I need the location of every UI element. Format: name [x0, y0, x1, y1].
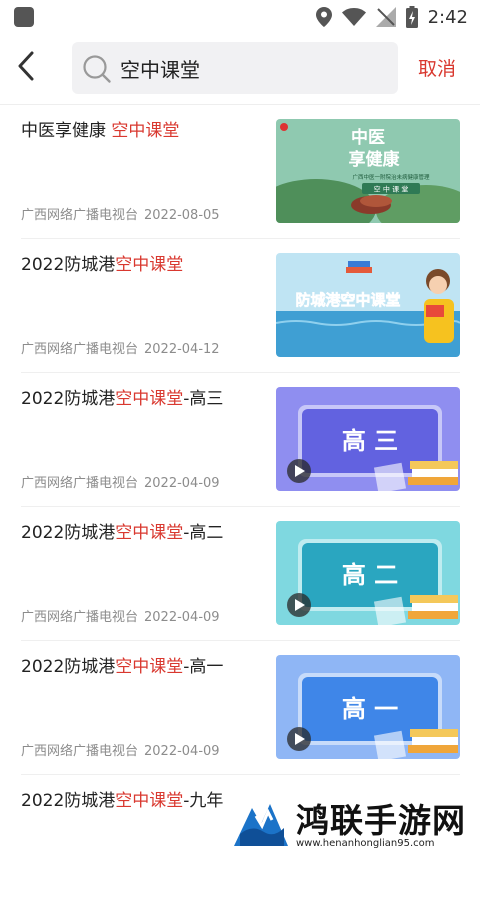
result-thumbnail[interactable]: 防城港空中课堂 [276, 253, 460, 357]
result-meta: 广西网络广播电视台 2022-04-09 [21, 472, 220, 491]
result-title-text: 2022防城港 [21, 389, 116, 409]
thumbnail-board-text: 高 二 [342, 561, 398, 589]
watermark-title: 鸿联手游网 [296, 801, 466, 840]
thumbnail-board-text: 高 三 [342, 427, 398, 455]
wifi-icon [341, 8, 366, 26]
watermark: 鸿联手游网 www.henanhonglian95.com [232, 794, 480, 854]
status-bar: 2:42 [0, 0, 480, 34]
result-meta: 广西网络广播电视台 2022-04-09 [21, 740, 220, 759]
app-notification-icon [14, 7, 34, 27]
thumbnail-heading-2: 享健康 [349, 149, 401, 170]
result-title-highlight: 空中课堂 [115, 389, 184, 409]
result-title: 2022防城港空中课堂-高一 [21, 655, 261, 679]
result-title-text: 2022防城港 [21, 523, 116, 543]
result-source: 广西网络广播电视台 [21, 476, 139, 491]
result-date: 2022-04-09 [144, 476, 220, 491]
result-title-text: 2022防城港 [21, 255, 116, 275]
result-item[interactable]: 2022防城港空中课堂-高一广西网络广播电视台 2022-04-09 高 一 [0, 641, 480, 775]
status-icons: 2:42 [315, 4, 468, 30]
result-source: 广西网络广播电视台 [21, 744, 139, 759]
result-title: 2022防城港空中课堂-高二 [21, 521, 261, 545]
back-arrow-icon[interactable] [12, 46, 42, 86]
search-box[interactable] [72, 42, 398, 94]
result-title-highlight: 空中课堂 [111, 121, 180, 141]
search-icon [83, 55, 111, 83]
clock: 2:42 [427, 6, 468, 28]
result-thumbnail[interactable]: 高 二 [276, 521, 460, 625]
thumbnail-board-text: 高 一 [342, 695, 398, 723]
result-meta: 广西网络广播电视台 2022-08-05 [21, 204, 220, 223]
result-title: 2022防城港空中课堂 [21, 253, 261, 277]
result-item[interactable]: 中医享健康 空中课堂广西网络广播电视台 2022-08-05 中医 享健康广西中医一附… [0, 105, 480, 239]
result-title-suffix: -高三 [183, 389, 224, 409]
result-title-text: 中医享健康 [21, 121, 112, 141]
result-source: 广西网络广播电视台 [21, 610, 139, 625]
thumbnail-subtitle: 广西中医一附院治未病健康管理 [352, 173, 430, 181]
result-thumbnail[interactable]: 高 一 [276, 655, 460, 759]
result-title-suffix: -九年 [183, 791, 224, 811]
result-title-highlight: 空中课堂 [115, 791, 184, 811]
result-title-text: 2022防城港 [21, 657, 116, 677]
result-title-text: 2022防城港 [21, 791, 116, 811]
result-title-highlight: 空中课堂 [115, 255, 184, 275]
result-title: 中医享健康 空中课堂 [21, 119, 261, 143]
thumbnail-caption: 空 中 课 堂 [374, 185, 409, 194]
thumbnail-banner: 防城港空中课堂 [295, 291, 400, 309]
result-source: 广西网络广播电视台 [21, 208, 139, 223]
result-date: 2022-04-09 [144, 744, 220, 759]
search-header: 取消 [0, 34, 480, 102]
result-thumbnail[interactable]: 高 三 [276, 387, 460, 491]
battery-icon [405, 6, 418, 28]
signal-icon [375, 7, 396, 27]
result-date: 2022-08-05 [144, 208, 220, 223]
result-title-suffix: -高一 [183, 657, 224, 677]
watermark-url: www.henanhonglian95.com [296, 838, 435, 849]
result-meta: 广西网络广播电视台 2022-04-09 [21, 606, 220, 625]
result-thumbnail[interactable]: 中医 享健康广西中医一附院治未病健康管理空 中 课 堂 [276, 119, 460, 223]
search-input[interactable] [120, 42, 370, 94]
thumbnail-heading-1: 中医 [351, 127, 385, 148]
result-source: 广西网络广播电视台 [21, 342, 139, 357]
result-date: 2022-04-12 [144, 342, 220, 357]
location-icon [315, 7, 332, 27]
watermark-logo-icon [234, 794, 288, 846]
result-title-suffix: -高二 [183, 523, 224, 543]
cancel-button[interactable]: 取消 [418, 54, 456, 81]
result-meta: 广西网络广播电视台 2022-04-12 [21, 338, 220, 357]
result-title: 2022防城港空中课堂-高三 [21, 387, 261, 411]
result-date: 2022-04-09 [144, 610, 220, 625]
result-title-highlight: 空中课堂 [115, 523, 184, 543]
result-item[interactable]: 2022防城港空中课堂-高三广西网络广播电视台 2022-04-09 高 三 [0, 373, 480, 507]
result-item[interactable]: 2022防城港空中课堂-高二广西网络广播电视台 2022-04-09 高 二 [0, 507, 480, 641]
result-title-highlight: 空中课堂 [115, 657, 184, 677]
result-item[interactable]: 2022防城港空中课堂广西网络广播电视台 2022-04-12 防城港空中课堂 [0, 239, 480, 373]
result-title: 2022防城港空中课堂-九年 [21, 789, 261, 813]
